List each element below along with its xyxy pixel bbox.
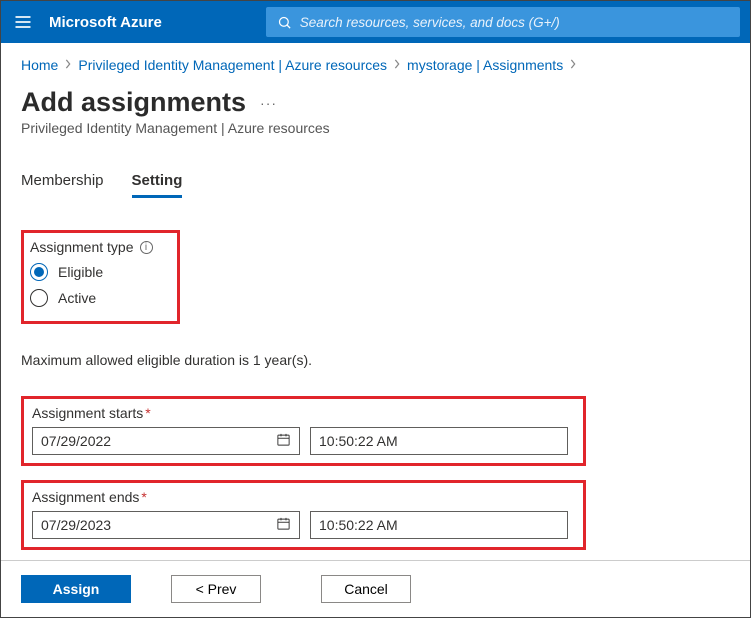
- brand-label: Microsoft Azure: [49, 14, 162, 31]
- max-duration-note: Maximum allowed eligible duration is 1 y…: [21, 352, 730, 368]
- starts-date-value: 07/29/2022: [41, 433, 111, 449]
- ends-date-input[interactable]: 07/29/2023: [32, 511, 300, 539]
- ends-label: Assignment ends: [32, 489, 139, 505]
- breadcrumb-pim[interactable]: Privileged Identity Management | Azure r…: [78, 57, 387, 73]
- radio-active[interactable]: Active: [30, 289, 153, 307]
- chevron-right-icon: [393, 58, 401, 72]
- tab-membership[interactable]: Membership: [21, 172, 104, 198]
- starts-label: Assignment starts: [32, 405, 143, 421]
- breadcrumb: Home Privileged Identity Management | Az…: [21, 57, 730, 73]
- chevron-right-icon: [64, 58, 72, 72]
- more-icon[interactable]: ···: [260, 95, 277, 111]
- highlight-assignment-ends: Assignment ends* 07/29/2023 10:: [21, 480, 586, 550]
- page-title: Add assignments: [21, 87, 246, 118]
- assign-button[interactable]: Assign: [21, 575, 131, 603]
- starts-date-input[interactable]: 07/29/2022: [32, 427, 300, 455]
- prev-button[interactable]: < Prev: [171, 575, 261, 603]
- radio-eligible-label: Eligible: [58, 264, 103, 280]
- radio-icon: [30, 263, 48, 281]
- assignment-type-label-row: Assignment type i: [30, 239, 153, 255]
- starts-date-row: 07/29/2022 10:50:22 AM: [32, 427, 575, 455]
- starts-time-input[interactable]: 10:50:22 AM: [310, 427, 568, 455]
- ends-time-input[interactable]: 10:50:22 AM: [310, 511, 568, 539]
- page-subtitle: Privileged Identity Management | Azure r…: [21, 120, 730, 136]
- search-icon: [277, 15, 292, 30]
- top-bar: Microsoft Azure: [1, 1, 750, 43]
- breadcrumb-assignments[interactable]: mystorage | Assignments: [407, 57, 563, 73]
- highlight-assignment-starts: Assignment starts* 07/29/2022 1: [21, 396, 586, 466]
- starts-time-value: 10:50:22 AM: [319, 433, 398, 449]
- ends-date-row: 07/29/2023 10:50:22 AM: [32, 511, 575, 539]
- radio-icon: [30, 289, 48, 307]
- page-title-row: Add assignments ···: [21, 87, 730, 118]
- tab-setting[interactable]: Setting: [132, 172, 183, 198]
- calendar-icon[interactable]: [276, 432, 291, 450]
- tabs: Membership Setting: [21, 172, 730, 198]
- ends-time-value: 10:50:22 AM: [319, 517, 398, 533]
- footer-bar: Assign < Prev Cancel: [1, 560, 750, 617]
- assignment-type-radio-group: Eligible Active: [30, 263, 153, 307]
- chevron-right-icon: [569, 58, 577, 72]
- cancel-button[interactable]: Cancel: [321, 575, 411, 603]
- ends-date-value: 07/29/2023: [41, 517, 111, 533]
- search-input[interactable]: [300, 15, 729, 30]
- radio-active-label: Active: [58, 290, 96, 306]
- highlight-assignment-type: Assignment type i Eligible Active: [21, 230, 180, 324]
- required-icon: *: [141, 489, 146, 505]
- search-box[interactable]: [266, 7, 740, 37]
- content-area: Home Privileged Identity Management | Az…: [1, 43, 750, 550]
- radio-eligible[interactable]: Eligible: [30, 263, 153, 281]
- required-icon: *: [145, 405, 150, 421]
- calendar-icon[interactable]: [276, 516, 291, 534]
- assignment-type-label: Assignment type: [30, 239, 134, 255]
- starts-label-row: Assignment starts*: [32, 405, 575, 421]
- info-icon[interactable]: i: [140, 241, 153, 254]
- form-area: Assignment type i Eligible Active Maximu…: [21, 230, 730, 550]
- ends-label-row: Assignment ends*: [32, 489, 575, 505]
- breadcrumb-home[interactable]: Home: [21, 57, 58, 73]
- menu-icon[interactable]: [11, 10, 35, 34]
